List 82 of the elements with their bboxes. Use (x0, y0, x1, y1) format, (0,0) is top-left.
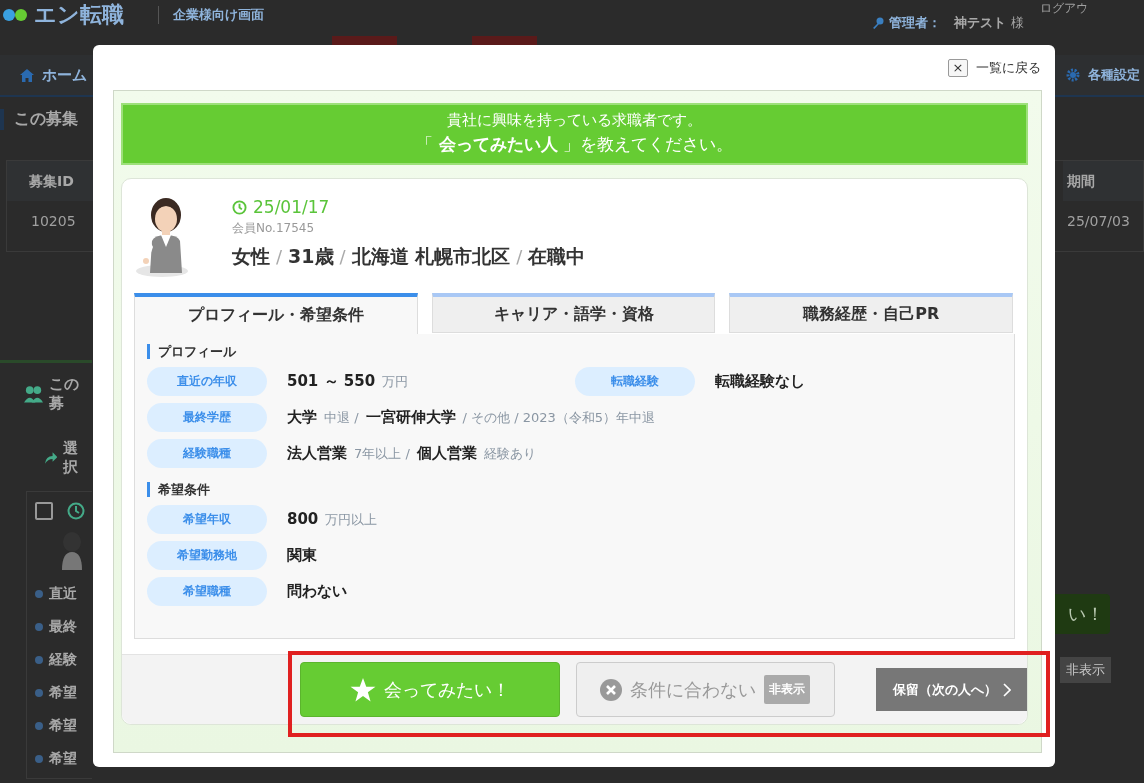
settings-link[interactable]: 各種設定 (1066, 66, 1140, 84)
admin-name: 神テスト (954, 14, 1006, 32)
field-value: 大学 (287, 408, 317, 427)
logo-text: エン転職 (34, 1, 124, 29)
field-value: 法人営業 (287, 444, 347, 463)
field-label: 希望年収 (147, 505, 267, 534)
star-icon (349, 676, 376, 703)
field-value: 転職経験なし (715, 372, 805, 391)
home-link[interactable]: ホーム (20, 65, 87, 85)
field-label: 最終学歴 (147, 403, 267, 432)
field-label: 直近の年収 (147, 367, 267, 396)
tab[interactable]: キャリア・語学・資格 (431, 293, 716, 333)
home-icon (20, 68, 34, 82)
chevron-right-icon (1002, 682, 1011, 697)
admin-label: 管理者： (889, 14, 941, 32)
separator: / (516, 246, 523, 267)
clock-icon (232, 199, 247, 215)
notice-badge (472, 36, 537, 45)
notice-badge (332, 36, 397, 45)
field-value: 関東 (287, 546, 317, 565)
hide-badge: 非表示 (1060, 657, 1111, 683)
key-icon (872, 17, 884, 29)
field-label: 転職経験 (575, 367, 695, 396)
bullet-icon (35, 755, 43, 763)
list-item: 最終 (49, 618, 77, 636)
separator: / (276, 246, 283, 267)
gear-icon (1066, 68, 1080, 82)
checkbox[interactable] (35, 502, 53, 520)
table-header: 募集ID (7, 161, 93, 201)
select-label: 選択 (63, 439, 80, 477)
field-value: / その他 / 2023（令和5）年中退 (462, 409, 656, 427)
list-item: 希望 (49, 684, 77, 702)
field-value: 7年以上 / (354, 445, 410, 463)
summary-value: 北海道 札幌市北区 (351, 244, 511, 269)
bullet-icon (35, 656, 43, 664)
table-cell-text: 10205 (30, 212, 77, 231)
section-heading: プロフィール (147, 344, 1002, 359)
applicants-title: この募 (49, 375, 81, 413)
field-value: 800 (287, 510, 319, 528)
field-label: 希望勤務地 (147, 541, 267, 570)
admin-suffix: 様 (1011, 14, 1024, 32)
banner-text: 貴社に興味を持っている求職者です。 (446, 111, 703, 130)
list-item: 経験 (49, 651, 77, 669)
table-cell-text: 25/07/03 (1066, 212, 1131, 231)
field-value: 中退 / (324, 409, 359, 427)
back-link[interactable]: 一覧に戻る (976, 58, 1041, 77)
field-label: 経験職種 (147, 439, 267, 468)
clock-icon (67, 502, 85, 520)
banner-heading: 「 会ってみたい人 」を教えてください。 (415, 133, 734, 156)
field-value: 個人営業 (416, 444, 477, 463)
summary-value: 在職中 (528, 244, 586, 269)
tab[interactable]: プロフィール・希望条件 (134, 293, 418, 334)
close-button[interactable]: × (948, 58, 968, 77)
tab[interactable]: 職務経歴・自己PR (729, 293, 1013, 333)
field-value: 501 ～ 550 (287, 372, 376, 391)
date-text: 25/01/17 (232, 197, 586, 217)
field-value: 一宮研伸大学 (365, 408, 456, 427)
summary-value: 女性 (232, 244, 270, 269)
bullet-icon (35, 590, 43, 598)
list-item: 直近 (49, 585, 77, 603)
bullet-icon (35, 722, 43, 730)
field-value: 万円以上 (325, 511, 378, 529)
bullet-icon (35, 623, 43, 631)
logout-link[interactable]: ログアウ (1040, 0, 1088, 17)
field-label: 希望職種 (147, 577, 267, 606)
close-circle-icon (600, 678, 623, 701)
bullet-icon (35, 689, 43, 697)
header-subtitle: 企業様向け画面 (158, 6, 264, 24)
list-item: 希望 (49, 717, 77, 735)
section-heading: 希望条件 (147, 482, 1002, 497)
field-value: 万円 (382, 373, 409, 391)
field-value: 経験あり (483, 445, 536, 463)
list-item: 希望 (49, 750, 77, 768)
table-header: 期間 (1063, 161, 1143, 201)
summary-value: 31歳 (288, 244, 334, 269)
people-icon (24, 385, 44, 403)
field-value: 問わない (287, 582, 347, 601)
separator: / (339, 246, 346, 267)
hold-button[interactable]: 保留（次の人へ） (876, 668, 1027, 711)
member-number: 会員No.17545 (232, 220, 316, 237)
share-arrow-icon (44, 451, 58, 465)
logo-icon (2, 8, 28, 22)
